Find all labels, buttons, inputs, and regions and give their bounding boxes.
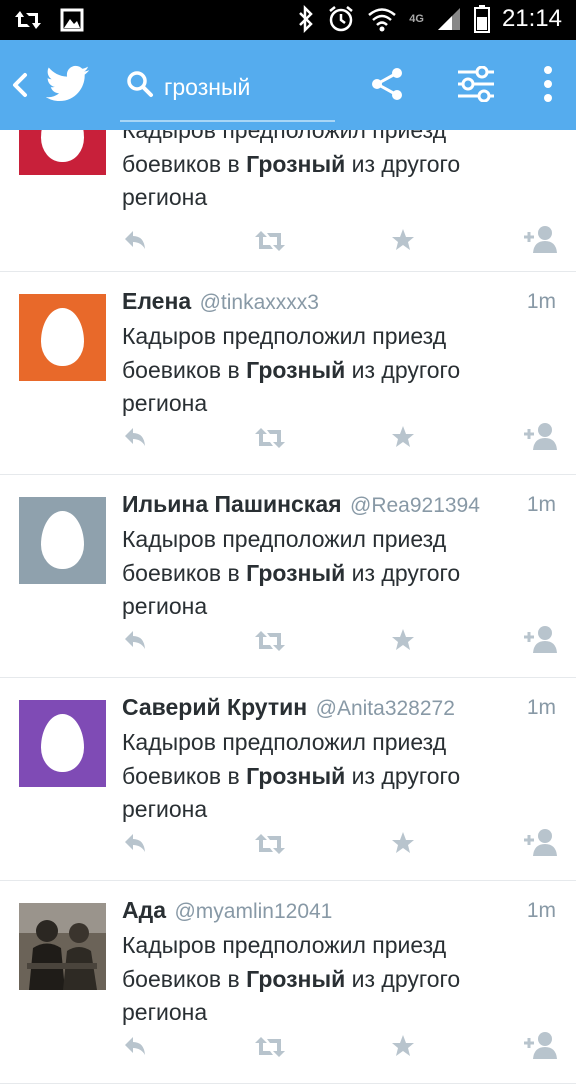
favorite-icon[interactable] [391, 828, 415, 858]
tweet-item[interactable]: Елена @tinkaxxxx3 1m Кадыров предположил… [0, 272, 576, 475]
tweet-time: 1m [526, 696, 556, 719]
tweet-list: Кадыров предположил приезд боевиков в Гр… [0, 90, 576, 1084]
retweet-icon[interactable] [254, 828, 286, 858]
overflow-menu-icon[interactable] [540, 64, 556, 104]
follow-icon[interactable] [522, 828, 558, 858]
tweet-time: 1m [526, 290, 556, 313]
search-input[interactable] [164, 72, 329, 102]
user-handle[interactable]: @Rea921394 [350, 494, 480, 517]
tweet-item[interactable]: Ильина Пашинская @Rea921394 1m Кадыров п… [0, 475, 576, 678]
tweet-actions [0, 828, 576, 860]
image-notification-icon [60, 8, 84, 32]
tweet-actions [0, 422, 576, 454]
tweet-actions [0, 1031, 576, 1063]
tweet-actions [0, 225, 576, 257]
avatar[interactable] [19, 700, 106, 787]
tweet-header: Ада @myamlin12041 [122, 897, 562, 929]
favorite-icon[interactable] [391, 225, 415, 255]
reply-icon[interactable] [122, 225, 148, 255]
clock: 21:14 [501, 5, 562, 32]
retweet-icon[interactable] [254, 422, 286, 452]
avatar[interactable] [19, 294, 106, 381]
network-type-label: 4G [409, 13, 424, 25]
app-bar [0, 40, 576, 130]
favorite-icon[interactable] [391, 1031, 415, 1061]
tweet-header: Саверий Крутин @Anita328272 [122, 694, 562, 726]
tweet-text: Кадыров предположил приезд боевиков в Гр… [122, 726, 542, 827]
tweet-item[interactable]: Саверий Крутин @Anita328272 1m Кадыров п… [0, 678, 576, 881]
retweet-icon[interactable] [254, 225, 286, 255]
retweet-icon[interactable] [254, 625, 286, 655]
search-match-highlight: Грозный [246, 150, 346, 177]
alarm-icon [329, 6, 354, 32]
wifi-icon [368, 8, 397, 32]
tweet-time: 1m [526, 493, 556, 516]
avatar[interactable] [19, 497, 106, 584]
tweet-item[interactable]: Ада @myamlin12041 1m Кадыров предположил… [0, 881, 576, 1084]
tweet-actions [0, 625, 576, 657]
user-name[interactable]: Ада [122, 897, 166, 923]
reply-icon[interactable] [122, 828, 148, 858]
search-match-highlight: Грозный [246, 356, 346, 383]
favorite-icon[interactable] [391, 625, 415, 655]
tweet-header: Елена @tinkaxxxx3 [122, 288, 562, 320]
profile-photo-image [19, 903, 106, 990]
retweet-notification-icon [15, 11, 41, 29]
reply-icon[interactable] [122, 625, 148, 655]
follow-icon[interactable] [522, 225, 558, 255]
search-box[interactable] [120, 66, 335, 122]
follow-icon[interactable] [522, 625, 558, 655]
search-match-highlight: Грозный [246, 965, 346, 992]
default-egg-avatar-icon [41, 511, 84, 569]
tweet-time: 1m [526, 899, 556, 922]
twitter-bird-icon[interactable] [46, 64, 90, 104]
user-name[interactable]: Саверий Крутин [122, 694, 307, 720]
search-icon [127, 71, 153, 97]
reply-icon[interactable] [122, 422, 148, 452]
status-bar: 4G 21:14 [0, 0, 576, 40]
tweet-header: Ильина Пашинская @Rea921394 [122, 491, 562, 523]
user-name[interactable]: Елена [122, 288, 191, 314]
back-icon[interactable] [10, 70, 30, 100]
avatar[interactable] [19, 903, 106, 990]
default-egg-avatar-icon [41, 308, 84, 366]
follow-icon[interactable] [522, 422, 558, 452]
follow-icon[interactable] [522, 1031, 558, 1061]
search-match-highlight: Грозный [246, 559, 346, 586]
share-icon[interactable] [370, 66, 404, 102]
user-handle[interactable]: @myamlin12041 [174, 900, 332, 923]
battery-icon [473, 5, 490, 33]
search-match-highlight: Грозный [246, 762, 346, 789]
retweet-icon[interactable] [254, 1031, 286, 1061]
tweet-text: Кадыров предположил приезд боевиков в Гр… [122, 523, 542, 624]
bluetooth-icon [299, 5, 314, 33]
tweet-text: Кадыров предположил приезд боевиков в Гр… [122, 320, 542, 421]
favorite-icon[interactable] [391, 422, 415, 452]
filter-icon[interactable] [456, 66, 496, 102]
user-handle[interactable]: @Anita328272 [316, 697, 455, 720]
user-handle[interactable]: @tinkaxxxx3 [200, 291, 319, 314]
signal-icon [437, 8, 460, 30]
reply-icon[interactable] [122, 1031, 148, 1061]
user-name[interactable]: Ильина Пашинская [122, 491, 342, 517]
tweet-text: Кадыров предположил приезд боевиков в Гр… [122, 929, 542, 1030]
default-egg-avatar-icon [41, 714, 84, 772]
